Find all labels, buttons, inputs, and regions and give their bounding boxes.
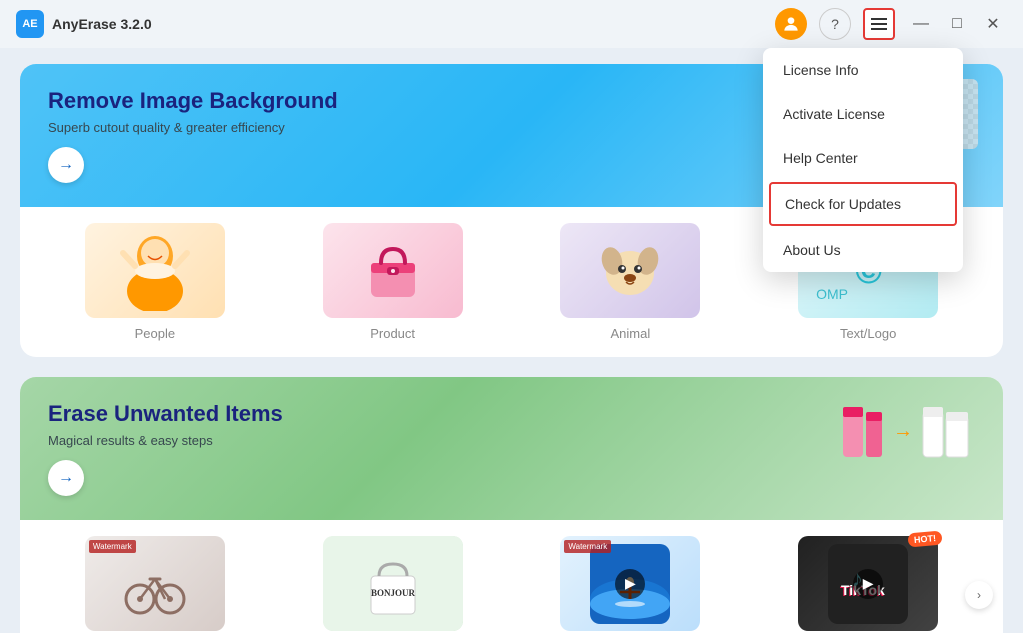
category-label-animal: Animal: [611, 326, 651, 341]
svg-text:BONJOUR: BONJOUR: [371, 588, 416, 598]
titlebar: AE AnyErase 3.2.0 ? — □ ✕: [0, 0, 1023, 48]
dropdown-item-help-center[interactable]: Help Center: [763, 136, 963, 180]
minimize-button[interactable]: —: [907, 10, 935, 38]
titlebar-right: ? — □ ✕: [775, 8, 1007, 40]
titlebar-left: AE AnyErase 3.2.0: [16, 10, 152, 38]
category-grid-erase: Watermark Watermark BONJOUR: [20, 520, 1003, 633]
maximize-button[interactable]: □: [943, 10, 971, 38]
category-label-textlogo: Text/Logo: [840, 326, 896, 341]
dropdown-item-activate-license[interactable]: Activate License: [763, 92, 963, 136]
video-watermark-thumb-wrapper: Watermark ▶: [560, 536, 700, 631]
carousel-next-arrow[interactable]: ›: [965, 581, 993, 609]
category-label-product: Product: [370, 326, 415, 341]
erase-arrow-button[interactable]: →: [48, 460, 84, 496]
category-item-people[interactable]: People: [36, 223, 274, 341]
avatar-icon[interactable]: [775, 8, 807, 40]
dropdown-item-about-us[interactable]: About Us: [763, 228, 963, 272]
category-item-watermark[interactable]: Watermark Watermark: [36, 536, 274, 633]
category-item-animal[interactable]: Animal: [512, 223, 750, 341]
category-item-tiktok[interactable]: TikTok TikTok ♪ ▶ HOT! TikTok Logo: [749, 536, 987, 633]
video-play-icon: ▶: [615, 569, 645, 599]
erase-banner: Erase Unwanted Items Magical results & e…: [20, 377, 1003, 520]
video-watermark-badge: Watermark: [564, 540, 611, 553]
close-button[interactable]: ✕: [979, 10, 1007, 38]
dropdown-item-check-updates[interactable]: Check for Updates: [769, 182, 957, 226]
menu-button[interactable]: [863, 8, 895, 40]
category-thumb-people: [85, 223, 225, 318]
dropdown-item-license-info[interactable]: License Info: [763, 48, 963, 92]
category-item-text[interactable]: BONJOUR Text: [274, 536, 512, 633]
category-item-video-watermark[interactable]: Watermark ▶ Video Watermark: [512, 536, 750, 633]
app-logo: AE: [16, 10, 44, 38]
erase-category-container: Watermark Watermark BONJOUR: [20, 520, 1003, 633]
tiktok-play-icon: ▶: [853, 569, 883, 599]
watermark-thumb-wrapper: Watermark: [85, 536, 225, 631]
category-thumb-animal: [560, 223, 700, 318]
app-title: AnyErase 3.2.0: [52, 16, 152, 32]
category-thumb-text: BONJOUR: [323, 536, 463, 631]
erase-section: Erase Unwanted Items Magical results & e…: [20, 377, 1003, 633]
dropdown-menu: License Info Activate License Help Cente…: [763, 48, 963, 272]
category-label-people: People: [135, 326, 175, 341]
svg-text:→: →: [893, 420, 913, 442]
category-thumb-product: [323, 223, 463, 318]
remove-bg-arrow-button[interactable]: →: [48, 147, 84, 183]
help-icon[interactable]: ?: [819, 8, 851, 40]
tiktok-thumb-wrapper: TikTok TikTok ♪ ▶ HOT!: [798, 536, 938, 631]
hamburger-icon: [871, 18, 887, 30]
erase-banner-illustration: →: [823, 387, 983, 477]
category-item-product[interactable]: Product: [274, 223, 512, 341]
window-controls: — □ ✕: [907, 10, 1007, 38]
watermark-badge: Watermark: [89, 540, 136, 553]
